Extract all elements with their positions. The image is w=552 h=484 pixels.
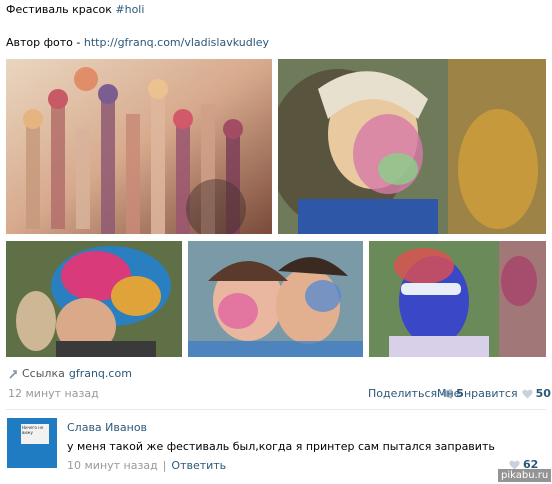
photo-crowd-hands[interactable] [6, 59, 272, 234]
photo-painted-woman[interactable] [278, 59, 546, 234]
heart-icon [509, 460, 520, 470]
share-label: Поделиться [368, 387, 438, 400]
photo-crowd-hands-image [6, 59, 272, 234]
author-link[interactable]: http://gfranq.com/vladislavkudley [84, 36, 269, 49]
photo-couple-image [188, 241, 363, 357]
photo-blue-man[interactable] [369, 241, 546, 357]
photo-blue-man-image [369, 241, 546, 357]
attached-link[interactable]: Ссылка gfranq.com [8, 367, 132, 380]
reply-link[interactable]: Ответить [171, 459, 226, 472]
photo-rainbow-hair-image [6, 241, 182, 357]
link-domain[interactable]: gfranq.com [69, 367, 132, 380]
post-timestamp[interactable]: 12 минут назад [8, 387, 99, 400]
like-button[interactable]: Мне нравится 50 [437, 387, 551, 400]
watermark: pikabu.ru [498, 469, 552, 482]
comment-author[interactable]: Слава Иванов [67, 421, 147, 434]
hashtag-link[interactable]: #holi [115, 3, 144, 16]
avatar-text: Ничего не вижу [22, 425, 44, 435]
author-line: Автор фото - http://gfranq.com/vladislav… [6, 36, 269, 49]
heart-icon [521, 389, 533, 399]
comment-timestamp[interactable]: 10 минут назад [67, 459, 158, 472]
author-label: Автор фото - [6, 36, 81, 49]
link-label: Ссылка [22, 367, 65, 380]
photo-rainbow-hair[interactable] [6, 241, 182, 357]
like-count: 50 [535, 387, 551, 400]
photo-couple[interactable] [188, 241, 363, 357]
post-title: Фестиваль красок #holi [6, 3, 144, 16]
comment-separator: | [162, 459, 167, 472]
comment-text: у меня такой же фестиваль был,когда я пр… [67, 440, 495, 453]
link-icon [8, 369, 18, 379]
comment-footer: 10 минут назад | Ответить [67, 459, 226, 472]
like-label: Мне нравится [437, 387, 518, 400]
divider [6, 409, 546, 410]
photo-painted-woman-image [278, 59, 546, 234]
avatar[interactable]: Ничего не вижу [7, 418, 57, 468]
post-title-text: Фестиваль красок [6, 3, 112, 16]
